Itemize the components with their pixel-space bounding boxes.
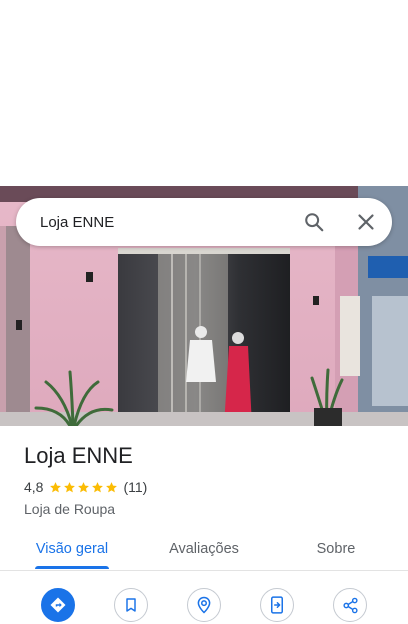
rating-stars — [49, 481, 119, 494]
bookmark-icon — [126, 598, 136, 612]
directions-icon — [50, 597, 66, 613]
directions-button[interactable] — [41, 588, 75, 622]
place-info: Loja ENNE 4,8 (11) Loja de Roupa — [24, 442, 384, 518]
send-to-phone-button[interactable] — [260, 588, 294, 622]
tab-overview[interactable]: Visão geral — [24, 528, 120, 570]
place-category[interactable]: Loja de Roupa — [24, 500, 384, 518]
nearby-button[interactable] — [187, 588, 221, 622]
tab-bar: Visão geral Avaliações Sobre — [0, 528, 408, 571]
star-icon — [50, 481, 62, 492]
tab-reviews[interactable]: Avaliações — [152, 528, 256, 570]
star-icon — [106, 481, 118, 492]
send-to-phone-icon — [271, 596, 283, 614]
search-input[interactable]: Loja ENNE — [40, 214, 294, 231]
rating-value: 4,8 — [24, 479, 44, 495]
share-button[interactable] — [333, 588, 367, 622]
action-buttons — [0, 584, 408, 624]
nearby-icon — [197, 596, 211, 614]
star-icon — [78, 481, 90, 492]
star-icon — [64, 481, 76, 492]
active-tab-indicator — [35, 566, 109, 569]
tab-about[interactable]: Sobre — [296, 528, 376, 570]
rating-row[interactable]: 4,8 (11) — [24, 478, 384, 496]
close-icon[interactable] — [346, 202, 386, 242]
review-count: (11) — [123, 479, 148, 495]
star-icon — [92, 481, 104, 492]
share-icon — [342, 597, 358, 613]
search-bar[interactable]: Loja ENNE — [16, 198, 392, 246]
map-area-blank — [0, 0, 408, 186]
search-icon[interactable] — [294, 202, 334, 242]
place-title: Loja ENNE — [24, 443, 133, 468]
save-button[interactable] — [114, 588, 148, 622]
